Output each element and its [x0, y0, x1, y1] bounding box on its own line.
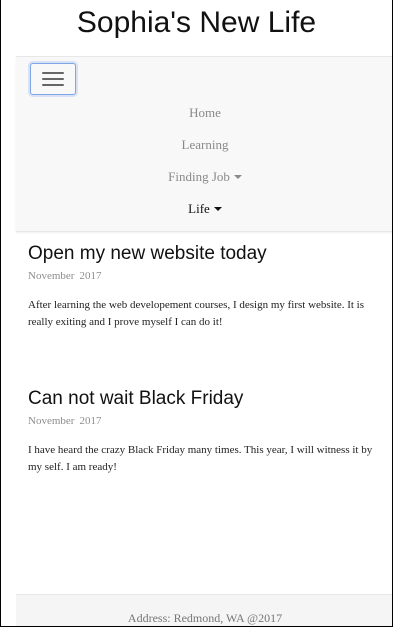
site-title: Sophia's New Life [76, 6, 317, 39]
footer: Address: Redmond, WA @2017 [16, 594, 392, 626]
post-body: After learning the web developement cour… [28, 299, 365, 328]
post-title[interactable]: Can not wait Black Friday [28, 386, 380, 412]
post-date-year: 2017 [79, 270, 102, 282]
hamburger-menu-icon [42, 78, 64, 80]
navbar-toggler-button[interactable] [30, 63, 76, 95]
post-date-month: November [28, 270, 75, 282]
nav-item-label: Finding Job [168, 169, 230, 184]
page-frame: Sophia's New Life Home Learning Finding … [0, 0, 393, 627]
footer-address: Address: Redmond, WA @2017 [127, 611, 283, 625]
post-date-month: November [28, 415, 75, 427]
hamburger-menu-icon [42, 84, 64, 86]
navbar: Home Learning Finding Job Life [16, 56, 392, 232]
nav-item-label: Life [188, 201, 210, 216]
blog-post: Can not wait Black Friday November 2017 I… [28, 386, 380, 476]
post-date-year: 2017 [79, 415, 102, 427]
blog-post: Open my new website today November 2017 A… [28, 241, 380, 331]
nav-item-label: Home [189, 105, 221, 120]
nav-item-label: Learning [181, 137, 229, 152]
nav-item-home[interactable]: Home [16, 97, 392, 129]
post-title[interactable]: Open my new website today [28, 241, 380, 267]
nav-item-finding-job[interactable]: Finding Job [16, 161, 392, 193]
caret-down-icon [213, 207, 222, 211]
hamburger-menu-icon [42, 72, 64, 74]
post-body: I have heard the crazy Black Friday many… [28, 444, 373, 473]
nav-menu: Home Learning Finding Job Life [16, 97, 392, 225]
post-date: November 2017 [28, 413, 380, 429]
caret-down-icon [233, 175, 242, 179]
main-content: Open my new website today November 2017 A… [28, 241, 380, 476]
nav-item-learning[interactable]: Learning [16, 129, 392, 161]
nav-item-life[interactable]: Life [16, 193, 392, 225]
post-date: November 2017 [28, 268, 380, 284]
